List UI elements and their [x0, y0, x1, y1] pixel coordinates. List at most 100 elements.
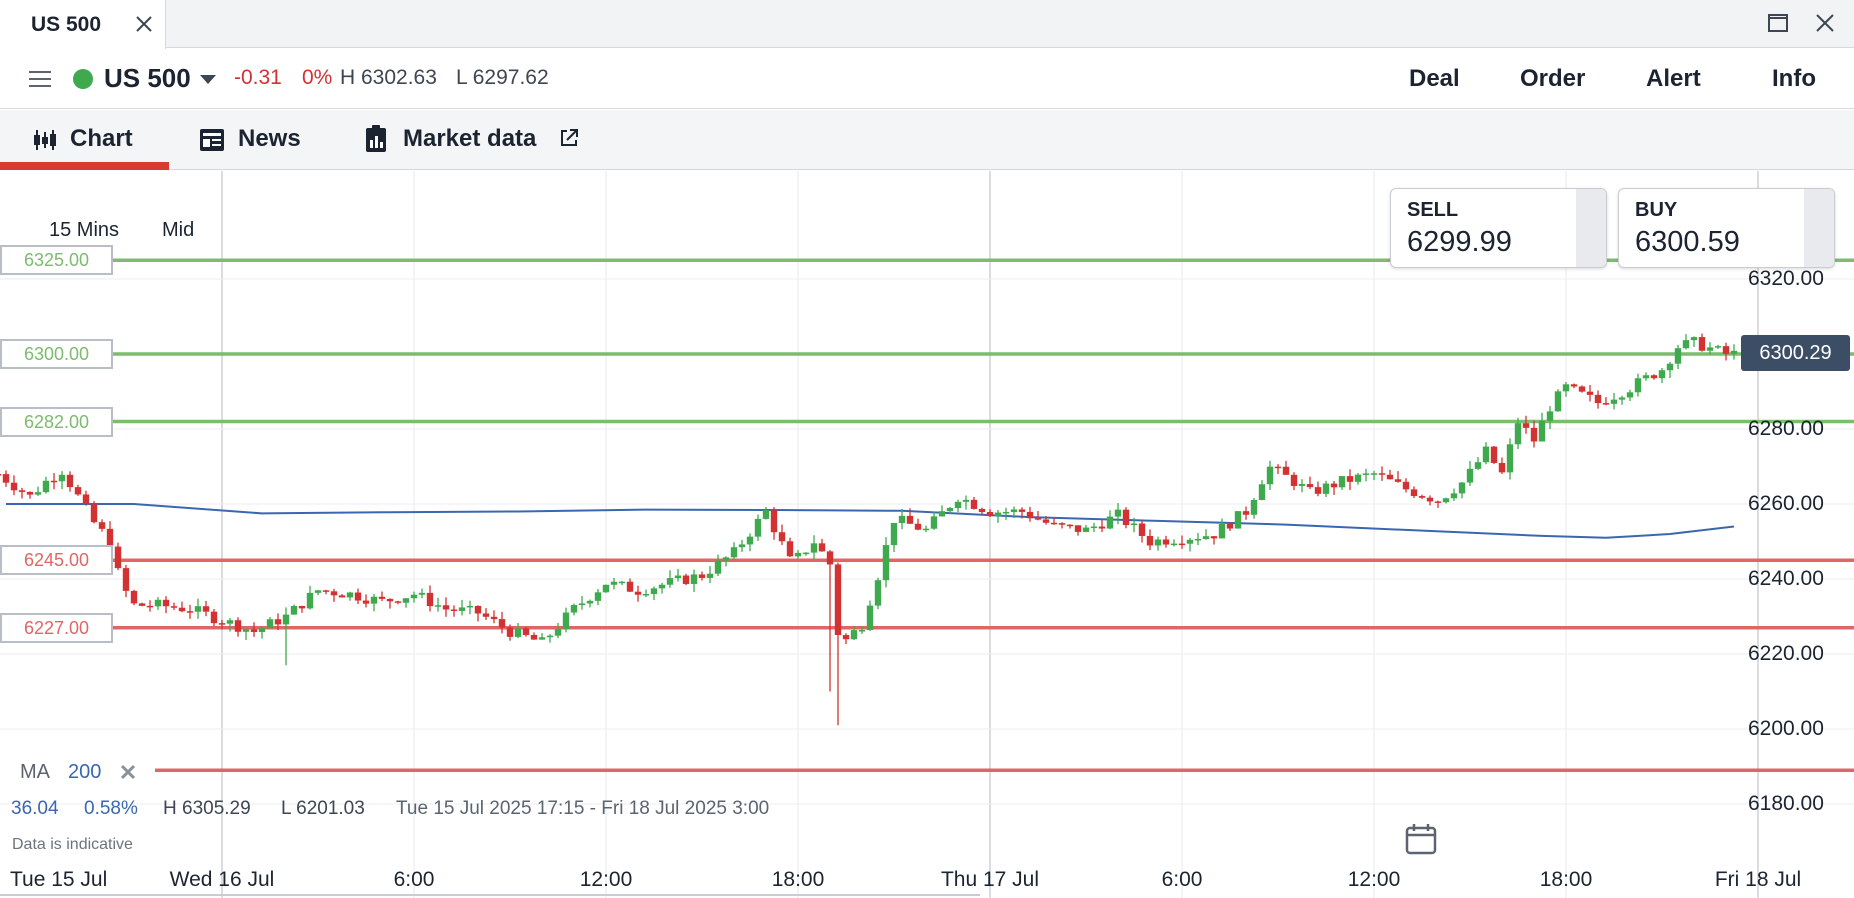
candle: [1618, 395, 1626, 405]
candle-body: [1178, 543, 1186, 546]
candle-body: [546, 635, 554, 638]
remove-indicator-icon[interactable]: [119, 763, 137, 781]
candle-body: [18, 490, 26, 492]
chart-stats: 36.04 0.58% H 6305.29 L 6201.03 Tue 15 J…: [0, 798, 900, 824]
info-button[interactable]: Info: [1772, 65, 1816, 93]
candle: [1370, 470, 1378, 481]
candle-body: [1362, 473, 1370, 475]
tab-news[interactable]: News: [196, 110, 316, 170]
candle-body: [466, 605, 474, 608]
instrument-name[interactable]: US 500: [104, 63, 191, 94]
candle: [546, 634, 554, 643]
candle-body: [1610, 399, 1618, 404]
sell-label: SELL: [1407, 199, 1459, 221]
window-close-icon[interactable]: [1813, 11, 1837, 35]
candle-body: [482, 613, 490, 617]
tab-chart[interactable]: Chart: [0, 110, 169, 170]
candle: [826, 550, 834, 692]
timeframe-selector[interactable]: 15 Mins: [49, 219, 119, 242]
candle: [90, 501, 98, 524]
price-level-label[interactable]: 6227.00: [0, 612, 113, 643]
candle-body: [1258, 484, 1266, 500]
candle-body: [578, 603, 586, 606]
buy-button[interactable]: BUY 6300.59: [1618, 188, 1835, 268]
candle: [1162, 535, 1170, 548]
candle: [874, 577, 882, 610]
candle-body: [642, 594, 650, 596]
x-tick-label: 6:00: [1161, 868, 1203, 891]
deal-button[interactable]: Deal: [1409, 65, 1460, 93]
candle: [1674, 344, 1682, 370]
candle-body: [754, 518, 762, 537]
price-chart[interactable]: [0, 171, 1854, 898]
candle-body: [1266, 466, 1274, 485]
candle-body: [970, 499, 978, 509]
candle-body: [266, 619, 274, 629]
candle: [674, 568, 682, 582]
price-level-label[interactable]: 6282.00: [0, 406, 113, 437]
menu-icon[interactable]: [26, 65, 54, 93]
ma-period[interactable]: 200: [68, 761, 101, 784]
candle-body: [162, 599, 170, 607]
tab-market-data[interactable]: Market data: [362, 110, 592, 170]
candle-body: [1666, 363, 1674, 371]
order-button[interactable]: Order: [1520, 65, 1585, 93]
candle-body: [122, 568, 130, 591]
candle-body: [874, 580, 882, 606]
candle: [1106, 510, 1114, 530]
candle: [322, 589, 330, 595]
candle: [266, 617, 274, 629]
candle-body: [1378, 473, 1386, 475]
price-level-label[interactable]: 6325.00: [0, 245, 113, 276]
candle: [1722, 342, 1730, 361]
x-tick-label: 18:00: [771, 868, 825, 891]
candle: [1586, 384, 1594, 402]
candle: [642, 589, 650, 598]
candle-body: [682, 575, 690, 584]
candle: [1122, 507, 1130, 529]
candle-body: [1410, 489, 1418, 497]
price-level-label[interactable]: 6300.00: [0, 339, 113, 369]
candle: [1194, 533, 1202, 546]
candle: [866, 600, 874, 631]
maximize-icon[interactable]: [1766, 11, 1790, 35]
x-tick-label: Thu 17 Jul: [940, 868, 1040, 891]
instrument-tab[interactable]: US 500: [0, 0, 166, 49]
candle-body: [66, 474, 74, 488]
moving-average-line: [6, 503, 1735, 539]
candlestick-icon: [34, 130, 56, 150]
candle: [1290, 472, 1298, 491]
candle: [82, 490, 90, 506]
chevron-down-icon[interactable]: [199, 72, 217, 86]
candle: [298, 605, 306, 613]
sell-button[interactable]: SELL 6299.99: [1390, 188, 1607, 268]
data-disclaimer: Data is indicative: [12, 836, 133, 853]
candle-body: [882, 545, 890, 581]
candle-body: [1170, 543, 1178, 546]
candle: [554, 622, 562, 639]
candle: [1258, 480, 1266, 501]
y-tick-label: 6320.00: [1748, 267, 1824, 290]
price-level-label[interactable]: 6245.00: [0, 545, 113, 576]
window-tab-strip: US 500: [0, 0, 1854, 49]
candle-body: [666, 578, 674, 585]
close-icon[interactable]: [132, 12, 156, 36]
alert-button[interactable]: Alert: [1646, 65, 1701, 93]
candle-body: [1370, 473, 1378, 475]
candle-body: [1586, 391, 1594, 395]
candle-body: [474, 605, 482, 614]
candle-body: [762, 510, 770, 519]
tab-news-label: News: [238, 125, 301, 152]
candle-body: [2, 474, 10, 483]
candle: [626, 578, 634, 592]
candle-body: [978, 508, 986, 513]
calendar-icon[interactable]: [1404, 822, 1438, 856]
candle: [922, 525, 930, 533]
candle-body: [50, 480, 58, 483]
candle-body: [1458, 482, 1466, 494]
candle-body: [962, 499, 970, 502]
candle: [882, 537, 890, 588]
candle-body: [818, 543, 826, 552]
candle-body: [274, 619, 282, 625]
price-type-selector[interactable]: Mid: [162, 219, 194, 242]
